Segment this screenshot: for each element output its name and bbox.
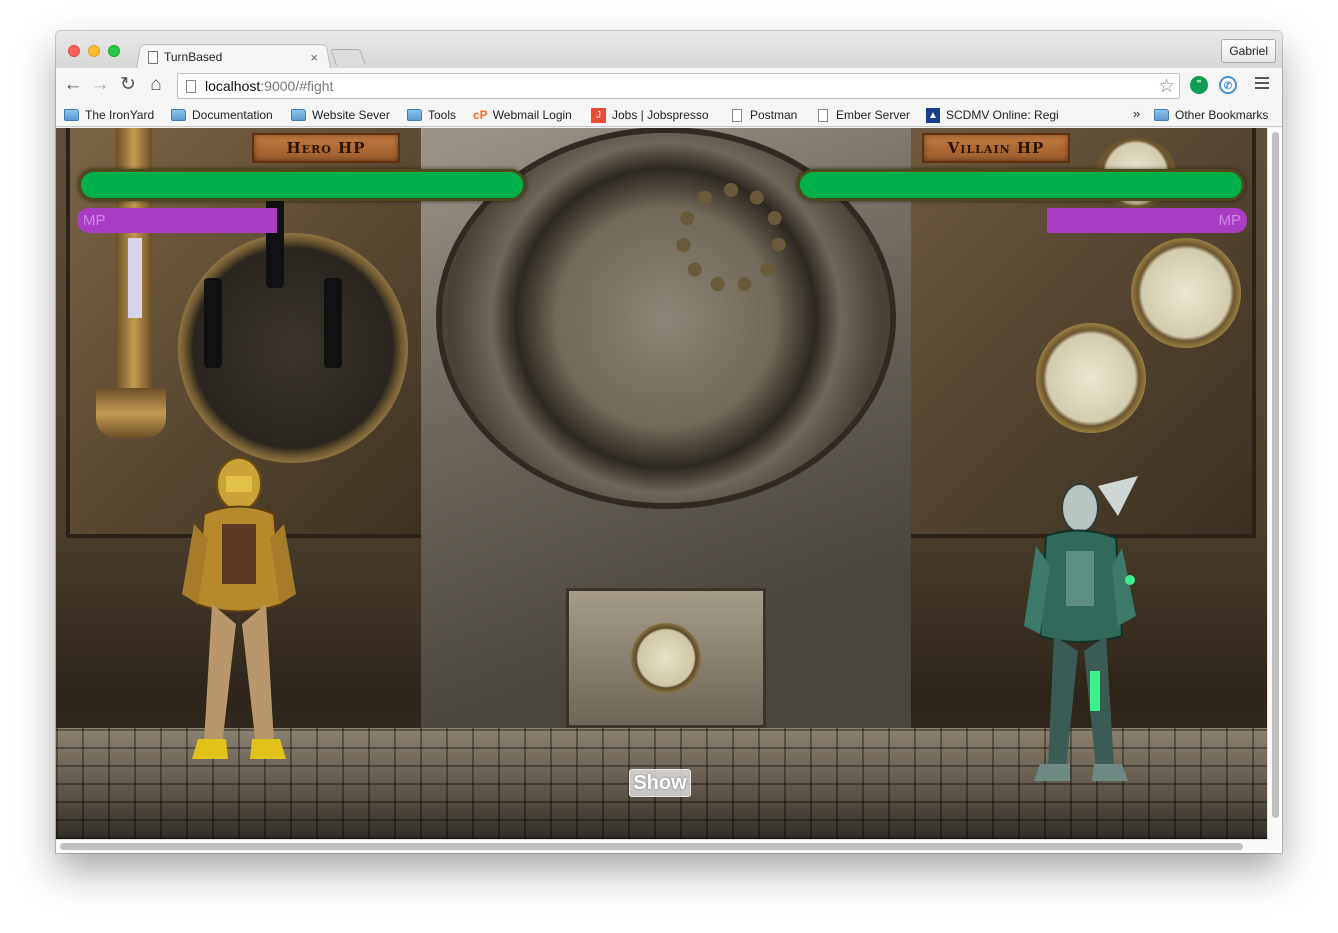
pressure-gauge — [631, 623, 701, 693]
page-icon — [732, 108, 742, 122]
horizontal-scroll-thumb[interactable] — [60, 843, 1243, 850]
bookmark-label: Jobs | Jobspresso — [612, 108, 709, 122]
tab-strip: TurnBased × Gabriel — [56, 31, 1282, 69]
bookmark-postman[interactable]: Postman — [732, 106, 797, 124]
villain-hp-bar — [797, 169, 1245, 201]
bookmarks-bar: The IronYard Documentation Website Sever… — [56, 103, 1282, 127]
lever-handle — [324, 278, 342, 368]
vertical-scrollbar[interactable] — [1267, 128, 1282, 839]
page-viewport: Hero HP Villain HP MP MP Show — [56, 128, 1282, 853]
hangouts-extension-icon[interactable]: " — [1190, 76, 1208, 94]
bookmark-label: Tools — [428, 108, 457, 122]
bookmark-label: Webmail Login — [492, 108, 572, 122]
bookmark-tools[interactable]: Tools — [407, 106, 456, 124]
toolbar: ← → ↻ ⌂ localhost :9000/#fight ☆ " ✆ — [56, 68, 1282, 103]
glass-tube — [128, 238, 142, 318]
scroll-corner — [1267, 839, 1282, 853]
bookmark-label: Documentation — [192, 108, 273, 122]
vertical-scroll-thumb[interactable] — [1272, 132, 1279, 818]
bookmark-label: Other Bookmarks — [1175, 108, 1269, 122]
folder-icon — [291, 109, 306, 121]
close-window-button[interactable] — [68, 45, 80, 57]
page-icon — [818, 108, 828, 122]
folder-icon — [171, 109, 186, 121]
show-button[interactable]: Show — [629, 769, 691, 797]
villain-hp-title: Villain HP — [922, 133, 1070, 163]
fight-scene: Hero HP Villain HP MP MP Show — [56, 128, 1267, 839]
tab-title: TurnBased — [164, 50, 223, 64]
page-icon — [148, 50, 158, 64]
palmetto-flag-icon: ▲ — [926, 107, 940, 123]
page-icon — [186, 79, 196, 93]
tab-close-icon[interactable]: × — [310, 50, 318, 65]
zoom-window-button[interactable] — [108, 45, 120, 57]
browser-window: TurnBased × Gabriel ← → ↻ ⌂ localhost :9… — [56, 31, 1282, 853]
url-path: :9000/#fight — [260, 78, 334, 94]
bookmark-label: Postman — [750, 108, 798, 122]
horizontal-scrollbar[interactable] — [56, 839, 1267, 853]
home-icon[interactable]: ⌂ — [145, 74, 167, 96]
bookmark-ember-server[interactable]: Ember Server — [818, 106, 910, 124]
folder-icon — [407, 109, 422, 121]
minimize-window-button[interactable] — [88, 45, 100, 57]
brass-pipe-elbow — [96, 388, 166, 438]
tab-turnbased-content[interactable]: TurnBased × — [148, 47, 328, 67]
bookmark-webmail-login[interactable]: cP Webmail Login — [473, 106, 572, 124]
bookmark-the-ironyard[interactable]: The IronYard — [64, 106, 154, 124]
bookmark-label: Website Sever — [312, 108, 390, 122]
hero-hp-bar — [78, 169, 526, 201]
forward-arrow-icon[interactable]: → — [89, 74, 111, 96]
new-tab-button[interactable] — [330, 49, 366, 65]
villain-character — [1024, 476, 1138, 781]
bookmark-scdmv[interactable]: ▲ SCDMV Online: Regi — [926, 106, 1061, 124]
cpanel-icon: cP — [473, 108, 488, 122]
url-host: localhost — [205, 78, 261, 94]
pressure-gauge — [1036, 323, 1146, 433]
address-bar[interactable]: localhost :9000/#fight ☆ — [177, 73, 1180, 99]
profile-button[interactable]: Gabriel — [1221, 39, 1276, 63]
phone-extension-icon[interactable]: ✆ — [1219, 76, 1237, 94]
back-arrow-icon[interactable]: ← — [62, 74, 84, 96]
jobspresso-icon: J — [591, 107, 606, 123]
bookmark-label: SCDMV Online: Regi — [946, 108, 1059, 122]
other-bookmarks[interactable]: Other Bookmarks — [1154, 106, 1268, 124]
bookmark-label: The IronYard — [85, 108, 155, 122]
hero-hp-title: Hero HP — [252, 133, 400, 163]
bookmark-documentation[interactable]: Documentation — [171, 106, 273, 124]
bookmark-website-sever[interactable]: Website Sever — [291, 106, 390, 124]
hero-character — [182, 457, 296, 759]
reload-icon[interactable]: ↻ — [117, 74, 139, 96]
hamburger-menu-icon[interactable] — [1255, 77, 1269, 92]
pressure-gauge — [1131, 238, 1241, 348]
villain-mp-bar: MP — [1047, 208, 1247, 233]
bookmark-jobspresso[interactable]: J Jobs | Jobspresso — [591, 106, 709, 124]
gear-icon — [676, 183, 786, 293]
folder-icon — [64, 109, 79, 121]
bookmarks-overflow-button[interactable]: » — [1133, 106, 1140, 121]
hero-mp-bar: MP — [77, 208, 277, 233]
bookmark-label: Ember Server — [836, 108, 911, 122]
lever-handle — [204, 278, 222, 368]
bookmark-star-icon[interactable]: ☆ — [1158, 75, 1175, 98]
folder-icon — [1154, 109, 1169, 121]
